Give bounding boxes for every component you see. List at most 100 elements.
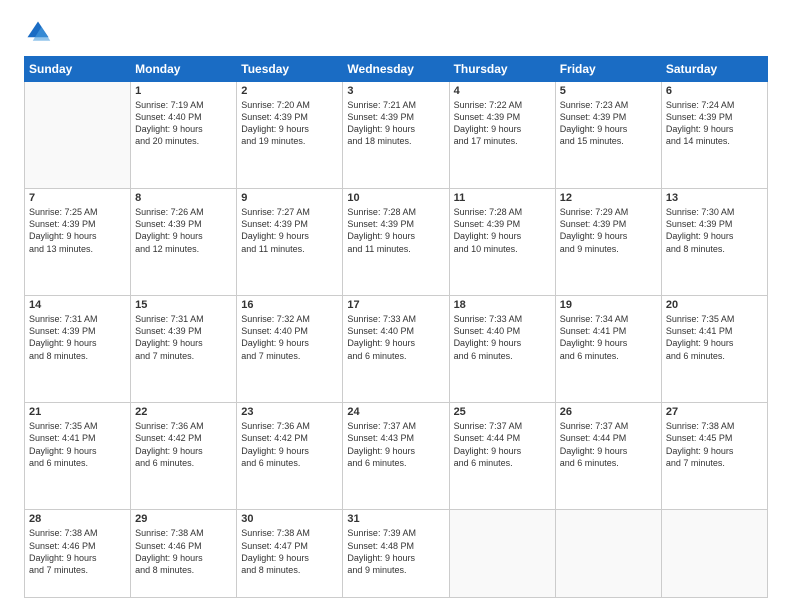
day-number: 29 (135, 513, 232, 525)
calendar-cell: 31 Sunrise: 7:39 AM Sunset: 4:48 PM Dayli… (343, 510, 449, 598)
calendar-header-monday: Monday (131, 57, 237, 82)
day-info: Sunrise: 7:19 AM Sunset: 4:40 PM Dayligh… (135, 99, 232, 148)
day-number: 7 (29, 192, 126, 204)
day-number: 3 (347, 85, 444, 97)
day-info: Sunrise: 7:31 AM Sunset: 4:39 PM Dayligh… (29, 313, 126, 362)
calendar-cell: 7 Sunrise: 7:25 AM Sunset: 4:39 PM Daylig… (25, 189, 131, 296)
page: SundayMondayTuesdayWednesdayThursdayFrid… (0, 0, 792, 612)
day-info: Sunrise: 7:27 AM Sunset: 4:39 PM Dayligh… (241, 206, 338, 255)
day-info: Sunrise: 7:28 AM Sunset: 4:39 PM Dayligh… (454, 206, 551, 255)
day-info: Sunrise: 7:30 AM Sunset: 4:39 PM Dayligh… (666, 206, 763, 255)
day-info: Sunrise: 7:28 AM Sunset: 4:39 PM Dayligh… (347, 206, 444, 255)
calendar-cell: 22 Sunrise: 7:36 AM Sunset: 4:42 PM Dayli… (131, 403, 237, 510)
calendar-cell: 16 Sunrise: 7:32 AM Sunset: 4:40 PM Dayli… (237, 296, 343, 403)
calendar-cell: 4 Sunrise: 7:22 AM Sunset: 4:39 PM Daylig… (449, 82, 555, 189)
calendar-cell (661, 510, 767, 598)
calendar-week-1: 1 Sunrise: 7:19 AM Sunset: 4:40 PM Daylig… (25, 82, 768, 189)
calendar-cell (25, 82, 131, 189)
day-info: Sunrise: 7:20 AM Sunset: 4:39 PM Dayligh… (241, 99, 338, 148)
day-info: Sunrise: 7:29 AM Sunset: 4:39 PM Dayligh… (560, 206, 657, 255)
day-number: 23 (241, 406, 338, 418)
calendar-cell: 20Sunrise: 7:35 AM Sunset: 4:41 PM Dayli… (661, 296, 767, 403)
calendar-header-sunday: Sunday (25, 57, 131, 82)
day-number: 8 (135, 192, 232, 204)
calendar-week-3: 14 Sunrise: 7:31 AM Sunset: 4:39 PM Dayli… (25, 296, 768, 403)
calendar-cell: 10 Sunrise: 7:28 AM Sunset: 4:39 PM Dayli… (343, 189, 449, 296)
day-info: Sunrise: 7:33 AM Sunset: 4:40 PM Dayligh… (454, 313, 551, 362)
calendar-cell: 18 Sunrise: 7:33 AM Sunset: 4:40 PM Dayli… (449, 296, 555, 403)
calendar-header-wednesday: Wednesday (343, 57, 449, 82)
calendar-cell: 3Sunrise: 7:21 AM Sunset: 4:39 PM Daylig… (343, 82, 449, 189)
day-info: Sunrise: 7:37 AM Sunset: 4:43 PM Dayligh… (347, 420, 444, 469)
calendar-cell: 25 Sunrise: 7:37 AM Sunset: 4:44 PM Dayli… (449, 403, 555, 510)
calendar-cell: 23 Sunrise: 7:36 AM Sunset: 4:42 PM Dayli… (237, 403, 343, 510)
day-number: 10 (347, 192, 444, 204)
calendar-cell: 17 Sunrise: 7:33 AM Sunset: 4:40 PM Dayli… (343, 296, 449, 403)
day-number: 25 (454, 406, 551, 418)
day-number: 21 (29, 406, 126, 418)
logo (24, 18, 56, 46)
day-number: 5 (560, 85, 657, 97)
calendar-week-2: 7 Sunrise: 7:25 AM Sunset: 4:39 PM Daylig… (25, 189, 768, 296)
calendar-cell: 27 Sunrise: 7:38 AM Sunset: 4:45 PM Dayli… (661, 403, 767, 510)
day-number: 30 (241, 513, 338, 525)
calendar-cell: 24 Sunrise: 7:37 AM Sunset: 4:43 PM Dayli… (343, 403, 449, 510)
calendar-cell: 12 Sunrise: 7:29 AM Sunset: 4:39 PM Dayli… (555, 189, 661, 296)
day-info: Sunrise: 7:38 AM Sunset: 4:47 PM Dayligh… (241, 527, 338, 576)
calendar: SundayMondayTuesdayWednesdayThursdayFrid… (24, 56, 768, 598)
day-info: Sunrise: 7:31 AM Sunset: 4:39 PM Dayligh… (135, 313, 232, 362)
day-number: 28 (29, 513, 126, 525)
day-number: 22 (135, 406, 232, 418)
day-number: 4 (454, 85, 551, 97)
calendar-cell: 1 Sunrise: 7:19 AM Sunset: 4:40 PM Daylig… (131, 82, 237, 189)
day-number: 12 (560, 192, 657, 204)
day-info: Sunrise: 7:33 AM Sunset: 4:40 PM Dayligh… (347, 313, 444, 362)
calendar-cell: 5Sunrise: 7:23 AM Sunset: 4:39 PM Daylig… (555, 82, 661, 189)
day-number: 26 (560, 406, 657, 418)
day-info: Sunrise: 7:36 AM Sunset: 4:42 PM Dayligh… (135, 420, 232, 469)
day-info: Sunrise: 7:24 AM Sunset: 4:39 PM Dayligh… (666, 99, 763, 148)
calendar-header-friday: Friday (555, 57, 661, 82)
day-info: Sunrise: 7:26 AM Sunset: 4:39 PM Dayligh… (135, 206, 232, 255)
calendar-header-row: SundayMondayTuesdayWednesdayThursdayFrid… (25, 57, 768, 82)
day-number: 18 (454, 299, 551, 311)
day-info: Sunrise: 7:35 AM Sunset: 4:41 PM Dayligh… (29, 420, 126, 469)
day-number: 27 (666, 406, 763, 418)
calendar-cell: 19 Sunrise: 7:34 AM Sunset: 4:41 PM Dayli… (555, 296, 661, 403)
day-number: 19 (560, 299, 657, 311)
calendar-cell: 13 Sunrise: 7:30 AM Sunset: 4:39 PM Dayli… (661, 189, 767, 296)
day-number: 11 (454, 192, 551, 204)
calendar-cell (555, 510, 661, 598)
calendar-header-saturday: Saturday (661, 57, 767, 82)
day-info: Sunrise: 7:39 AM Sunset: 4:48 PM Dayligh… (347, 527, 444, 576)
day-info: Sunrise: 7:36 AM Sunset: 4:42 PM Dayligh… (241, 420, 338, 469)
calendar-header-tuesday: Tuesday (237, 57, 343, 82)
calendar-cell: 26Sunrise: 7:37 AM Sunset: 4:44 PM Dayli… (555, 403, 661, 510)
day-number: 17 (347, 299, 444, 311)
logo-icon (24, 18, 52, 46)
calendar-cell: 15 Sunrise: 7:31 AM Sunset: 4:39 PM Dayli… (131, 296, 237, 403)
calendar-week-4: 21 Sunrise: 7:35 AM Sunset: 4:41 PM Dayli… (25, 403, 768, 510)
day-info: Sunrise: 7:34 AM Sunset: 4:41 PM Dayligh… (560, 313, 657, 362)
day-info: Sunrise: 7:22 AM Sunset: 4:39 PM Dayligh… (454, 99, 551, 148)
day-number: 16 (241, 299, 338, 311)
day-info: Sunrise: 7:38 AM Sunset: 4:45 PM Dayligh… (666, 420, 763, 469)
day-number: 31 (347, 513, 444, 525)
day-number: 9 (241, 192, 338, 204)
day-number: 14 (29, 299, 126, 311)
calendar-cell (449, 510, 555, 598)
calendar-cell: 2Sunrise: 7:20 AM Sunset: 4:39 PM Daylig… (237, 82, 343, 189)
day-info: Sunrise: 7:25 AM Sunset: 4:39 PM Dayligh… (29, 206, 126, 255)
day-number: 15 (135, 299, 232, 311)
day-number: 1 (135, 85, 232, 97)
calendar-header-thursday: Thursday (449, 57, 555, 82)
day-info: Sunrise: 7:32 AM Sunset: 4:40 PM Dayligh… (241, 313, 338, 362)
header (24, 18, 768, 46)
day-info: Sunrise: 7:37 AM Sunset: 4:44 PM Dayligh… (454, 420, 551, 469)
calendar-cell: 8 Sunrise: 7:26 AM Sunset: 4:39 PM Daylig… (131, 189, 237, 296)
day-info: Sunrise: 7:38 AM Sunset: 4:46 PM Dayligh… (29, 527, 126, 576)
calendar-week-5: 28 Sunrise: 7:38 AM Sunset: 4:46 PM Dayli… (25, 510, 768, 598)
day-number: 13 (666, 192, 763, 204)
day-info: Sunrise: 7:35 AM Sunset: 4:41 PM Dayligh… (666, 313, 763, 362)
day-number: 24 (347, 406, 444, 418)
